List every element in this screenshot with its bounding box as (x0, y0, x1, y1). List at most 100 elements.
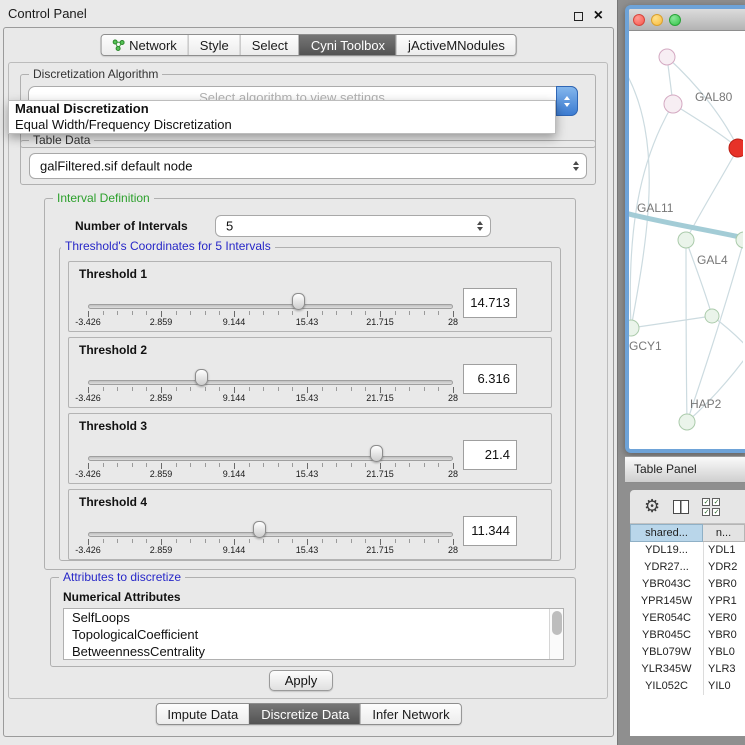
table-row[interactable]: YBR043CYBR0 (630, 576, 745, 593)
table-row[interactable]: YDR27...YDR2 (630, 559, 745, 576)
scrollbar-thumb[interactable] (552, 611, 562, 635)
network-node[interactable] (729, 139, 743, 157)
threshold-slider[interactable]: -3.4262.8599.14415.4321.71528 (88, 414, 453, 485)
slider-track[interactable] (88, 532, 453, 537)
network-node[interactable] (678, 232, 694, 248)
tick-label: 2.859 (150, 317, 173, 327)
tick-mark (365, 387, 366, 391)
slider-thumb[interactable] (253, 521, 266, 538)
column-header[interactable]: n... (703, 524, 745, 542)
attributes-listbox[interactable]: SelfLoopsTopologicalCoefficientBetweenne… (63, 608, 564, 660)
node-label: GCY1 (629, 339, 662, 353)
list-item[interactable]: TopologicalCoefficient (64, 626, 563, 643)
gear-icon[interactable] (644, 497, 660, 517)
node-label: HAP2 (690, 397, 722, 411)
float-window-icon[interactable] (574, 12, 583, 21)
table-row[interactable]: YIL052CYIL0 (630, 678, 745, 695)
checkbox-icon (702, 498, 710, 506)
tab-network[interactable]: Network (101, 35, 188, 55)
algorithm-dropdown-popup: Manual DiscretizationEqual Width/Frequen… (8, 100, 556, 134)
tick-mark (205, 387, 206, 391)
table-cell: YDL1 (703, 542, 745, 559)
tick-label: -3.426 (75, 393, 101, 403)
tick-mark (263, 539, 264, 543)
list-item[interactable]: BetweennessCentrality (64, 643, 563, 660)
table-cell: YER054C (630, 610, 703, 627)
num-intervals-value: 5 (226, 219, 233, 234)
threshold-value: 14.713 (463, 288, 517, 318)
tick-mark (103, 463, 104, 467)
tick-label: 21.715 (366, 317, 394, 327)
num-intervals-combobox[interactable]: 5 (215, 215, 491, 237)
algorithm-option[interactable]: Manual Discretization (9, 101, 555, 117)
tick-mark (117, 387, 118, 391)
table-data-combobox[interactable]: galFiltered.sif default node (29, 153, 587, 179)
close-window-button[interactable] (633, 14, 645, 26)
numerical-attributes-label: Numerical Attributes (63, 590, 181, 604)
tick-mark (263, 463, 264, 467)
node-label: GAL4 (697, 253, 728, 267)
list-item[interactable]: SelfLoops (64, 609, 563, 626)
table-header-row: shared...n... (630, 524, 745, 542)
table-cell: YLR3 (703, 661, 745, 678)
tick-label: 28 (448, 317, 458, 327)
table-row[interactable]: YDL19...YDL1 (630, 542, 745, 559)
network-window-titlebar[interactable] (629, 9, 745, 31)
algorithm-option[interactable]: Equal Width/Frequency Discretization (9, 117, 555, 133)
tick-mark (395, 311, 396, 315)
node-label: GAL80 (695, 90, 733, 104)
scrollbar[interactable] (549, 609, 563, 659)
threshold-panel: Threshold 2-3.4262.8599.14415.4321.71528… (68, 337, 552, 408)
tab-infer-network[interactable]: Infer Network (360, 704, 460, 724)
apply-button[interactable]: Apply (269, 670, 333, 691)
slider-thumb[interactable] (292, 293, 305, 310)
tab-select[interactable]: Select (240, 35, 299, 55)
table-cell: YBR0 (703, 627, 745, 644)
tab-style[interactable]: Style (188, 35, 240, 55)
tick-mark (351, 387, 352, 391)
zoom-window-button[interactable] (669, 14, 681, 26)
tab-jactivemnodules[interactable]: jActiveMNodules (396, 35, 516, 55)
network-canvas[interactable]: GAL80GAL11GAL4GCY1HAP2 (629, 31, 743, 452)
network-node[interactable] (629, 320, 639, 336)
tick-mark (103, 311, 104, 315)
minimize-window-button[interactable] (651, 14, 663, 26)
tab-discretize-data[interactable]: Discretize Data (249, 704, 360, 724)
table-row[interactable]: YBR045CYBR0 (630, 627, 745, 644)
tick-mark (336, 463, 337, 467)
tab-impute-data[interactable]: Impute Data (156, 704, 249, 724)
slider-thumb[interactable] (370, 445, 383, 462)
slider-track[interactable] (88, 304, 453, 309)
thresholds-group: Threshold 1-3.4262.8599.14415.4321.71528… (59, 247, 561, 561)
tick-mark (322, 539, 323, 543)
tick-mark (205, 463, 206, 467)
column-header[interactable]: shared... (630, 524, 703, 542)
tick-label: 21.715 (366, 545, 394, 555)
slider-thumb[interactable] (195, 369, 208, 386)
table-row[interactable]: YLR345WYLR3 (630, 661, 745, 678)
threshold-panel: Threshold 1-3.4262.8599.14415.4321.71528… (68, 261, 552, 332)
combobox-dropdown-button[interactable] (556, 86, 578, 116)
tick-mark (336, 539, 337, 543)
network-node[interactable] (664, 95, 682, 113)
select-rows-checkboxes-icon[interactable] (702, 498, 720, 516)
threshold-slider[interactable]: -3.4262.8599.14415.4321.71528 (88, 490, 453, 561)
threshold-slider[interactable]: -3.4262.8599.14415.4321.71528 (88, 262, 453, 333)
network-node[interactable] (659, 49, 675, 65)
slider-track[interactable] (88, 380, 453, 385)
slider-track[interactable] (88, 456, 453, 461)
table-cell: YBL0 (703, 644, 745, 661)
tab-label: Infer Network (372, 707, 449, 722)
close-icon[interactable] (594, 7, 603, 25)
table-cell: YDL19... (630, 542, 703, 559)
tab-cyni-toolbox[interactable]: Cyni Toolbox (299, 35, 396, 55)
table-row[interactable]: YPR145WYPR1 (630, 593, 745, 610)
threshold-slider[interactable]: -3.4262.8599.14415.4321.71528 (88, 338, 453, 409)
column-selector-icon[interactable] (673, 500, 689, 514)
tick-mark (351, 463, 352, 467)
table-row[interactable]: YBL079WYBL0 (630, 644, 745, 661)
tick-label: 9.144 (223, 545, 246, 555)
network-node[interactable] (705, 309, 719, 323)
network-node[interactable] (679, 414, 695, 430)
table-row[interactable]: YER054CYER0 (630, 610, 745, 627)
